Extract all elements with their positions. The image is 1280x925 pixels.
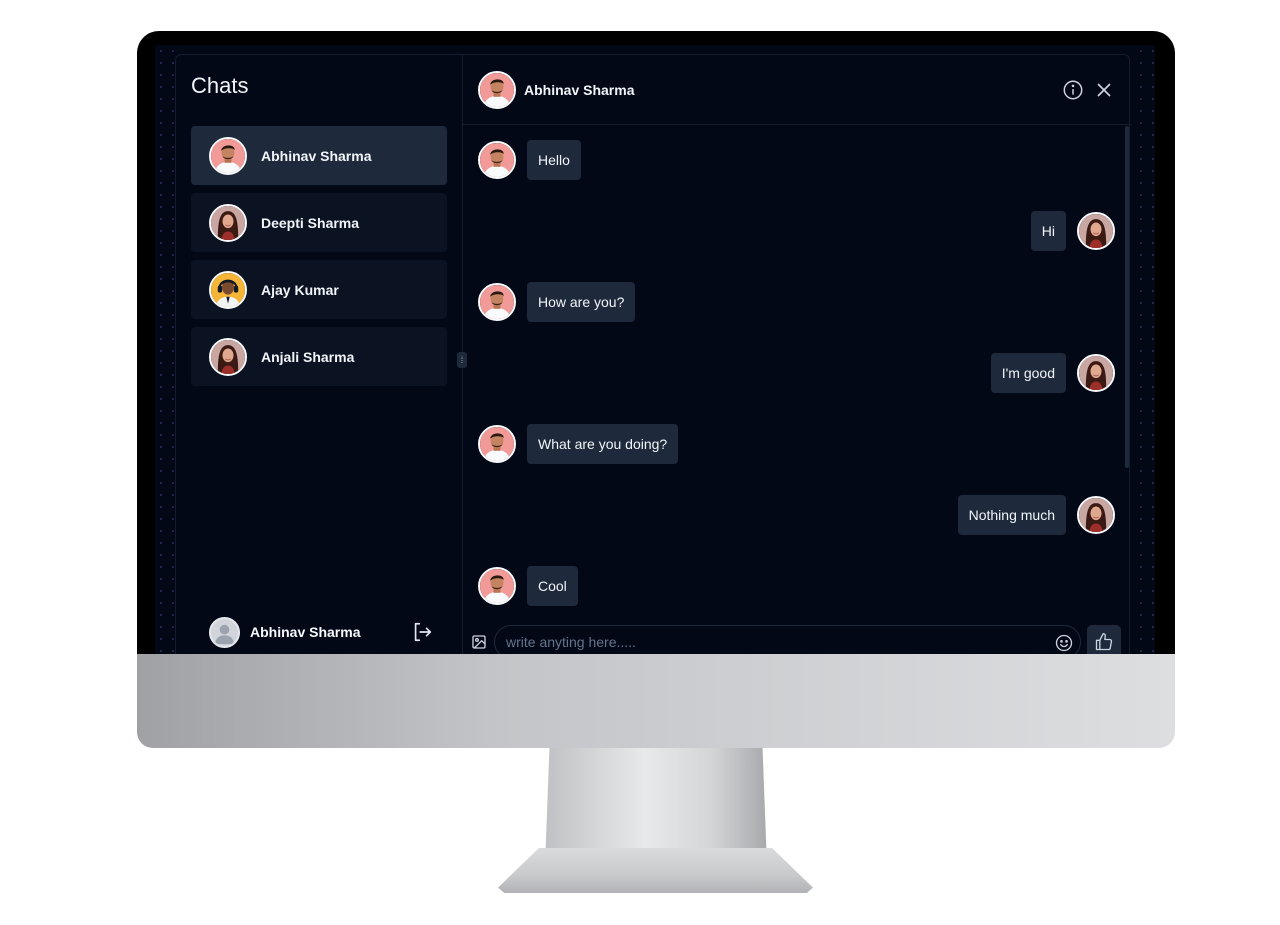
contact-item-anjali-sharma[interactable]: Anjali Sharma	[191, 327, 447, 386]
contact-item-abhinav-sharma[interactable]: Abhinav Sharma	[191, 126, 447, 185]
man-avatar	[209, 136, 247, 175]
current-user-name: Abhinav Sharma	[250, 624, 361, 640]
contact-item-ajay-kumar[interactable]: Ajay Kumar	[191, 260, 447, 319]
grid-pattern	[155, 45, 175, 654]
message-outgoing: Nothing much	[957, 495, 1115, 535]
monitor-screen: Chats Abhinav Sharma Deepti Sharma Ajay …	[155, 45, 1155, 654]
contact-list: Abhinav Sharma Deepti Sharma Ajay Kumar …	[191, 126, 447, 394]
woman-avatar	[1077, 496, 1115, 534]
man-headphones-avatar	[209, 270, 247, 309]
contact-item-deepti-sharma[interactable]: Deepti Sharma	[191, 193, 447, 252]
chat-app: Chats Abhinav Sharma Deepti Sharma Ajay …	[175, 54, 1131, 654]
man-avatar	[478, 283, 516, 321]
image-icon[interactable]	[471, 634, 487, 650]
message-scrollbar[interactable]	[1125, 126, 1129, 468]
message-incoming: Cool	[478, 566, 578, 606]
message-outgoing: I'm good	[990, 353, 1115, 393]
message-bubble: What are you doing?	[527, 424, 679, 464]
message-incoming: What are you doing?	[478, 424, 679, 464]
message-bubble: Hello	[527, 140, 581, 180]
contact-name: Ajay Kumar	[261, 281, 339, 298]
message-incoming: How are you?	[478, 282, 636, 322]
message-composer	[463, 625, 1131, 654]
info-icon[interactable]	[1062, 79, 1084, 101]
woman-avatar	[1077, 212, 1115, 250]
chat-header-name: Abhinav Sharma	[524, 81, 635, 98]
logout-icon[interactable]	[411, 621, 433, 643]
contact-name: Anjali Sharma	[261, 348, 355, 365]
message-input[interactable]	[506, 626, 1036, 654]
man-avatar	[478, 141, 516, 179]
woman-avatar	[209, 337, 247, 376]
message-bubble: Cool	[527, 566, 578, 606]
smiley-icon[interactable]	[1054, 633, 1074, 653]
man-avatar	[478, 70, 516, 109]
woman-avatar	[209, 203, 247, 242]
contact-name: Deepti Sharma	[261, 214, 360, 231]
message-list: Hello Hi How are you? I'm good What are …	[463, 126, 1123, 616]
message-bubble: Hi	[1030, 211, 1066, 251]
default-user-icon[interactable]	[209, 616, 240, 648]
sidebar-title: Chats	[191, 73, 249, 98]
monitor-stand-base	[498, 848, 813, 893]
thumbs-up-icon[interactable]	[1087, 625, 1121, 654]
message-input-wrapper	[494, 625, 1081, 654]
grid-pattern	[1135, 45, 1155, 654]
man-avatar	[478, 567, 516, 605]
message-bubble: How are you?	[527, 282, 636, 322]
contact-name: Abhinav Sharma	[261, 147, 372, 164]
woman-avatar	[1077, 354, 1115, 392]
message-bubble: Nothing much	[957, 495, 1066, 535]
man-avatar	[478, 425, 516, 463]
chat-panel: Abhinav Sharma Hello Hi How are you? I'm…	[463, 55, 1131, 654]
message-bubble: I'm good	[990, 353, 1066, 393]
close-icon[interactable]	[1093, 79, 1115, 101]
chat-header: Abhinav Sharma	[463, 55, 1131, 125]
current-user: Abhinav Sharma	[209, 616, 449, 648]
message-outgoing: Hi	[1030, 211, 1115, 251]
sidebar: Chats Abhinav Sharma Deepti Sharma Ajay …	[176, 55, 463, 654]
message-incoming: Hello	[478, 140, 581, 180]
monitor-chin	[137, 654, 1175, 748]
